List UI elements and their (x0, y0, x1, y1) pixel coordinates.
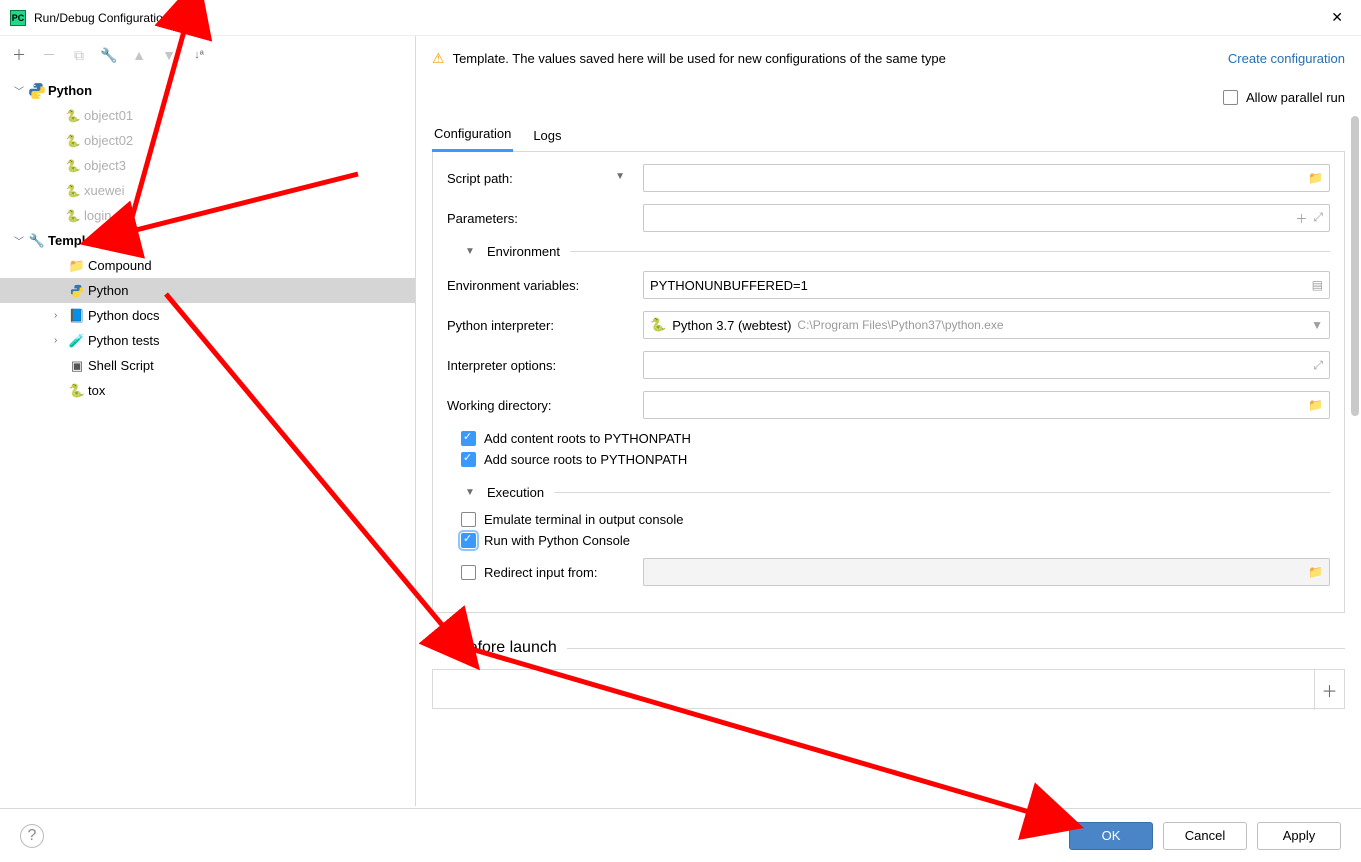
move-down-button: ▼ (158, 44, 180, 66)
tree-item-shell-script[interactable]: ▣Shell Script (0, 353, 415, 378)
sort-button[interactable]: ↓ª (188, 44, 210, 66)
script-path-input[interactable]: 📁 (643, 164, 1330, 192)
script-path-label: Script path: ▼ (447, 171, 643, 186)
scrollbar[interactable] (1351, 116, 1359, 746)
chevron-down-icon: ▼ (1311, 318, 1323, 332)
left-panel: ＋ － ⧉ 🔧 ▲ ▼ ↓ª ﹀ Python 🐍object01 🐍objec… (0, 36, 416, 806)
dialog-footer: ? OK Cancel Apply (0, 808, 1361, 862)
tree-group-python[interactable]: ﹀ Python (0, 78, 415, 103)
add-content-roots-checkbox[interactable] (461, 431, 476, 446)
python-file-icon: 🐍 (64, 159, 82, 173)
docs-icon: 📘 (68, 308, 86, 324)
config-toolbar: ＋ － ⧉ 🔧 ▲ ▼ ↓ª (0, 36, 415, 74)
tree-item-login[interactable]: 🐍login (0, 203, 415, 228)
run-python-console-checkbox[interactable] (461, 533, 476, 548)
before-launch-add-button[interactable]: ＋ (1314, 670, 1344, 710)
folder-icon: 📁 (68, 258, 86, 274)
tree-item-object01[interactable]: 🐍object01 (0, 103, 415, 128)
python-icon (28, 82, 46, 100)
copy-config-button: ⧉ (68, 44, 90, 66)
tree-item-tox[interactable]: 🐍tox (0, 378, 415, 403)
parameters-input[interactable]: ＋⤢ (643, 204, 1330, 232)
before-launch-block: ▼Before launch ＋ (432, 631, 1345, 709)
apply-button[interactable]: Apply (1257, 822, 1341, 850)
allow-parallel-label: Allow parallel run (1246, 90, 1345, 105)
config-tree[interactable]: ﹀ Python 🐍object01 🐍object02 🐍object3 🐍x… (0, 74, 415, 806)
configuration-form: Script path: ▼ 📁 Parameters: ＋⤢ ▼Environ… (432, 152, 1345, 613)
python-icon: 🐍 (650, 317, 666, 333)
pycharm-icon: PC (10, 10, 26, 26)
redirect-input-row: Redirect input from: (447, 565, 643, 580)
tree-label: Python (48, 83, 92, 98)
interpreter-options-label: Interpreter options: (447, 358, 643, 373)
move-up-button: ▲ (128, 44, 150, 66)
interpreter-label: Python interpreter: (447, 318, 643, 333)
browse-icon: 📁 (1308, 565, 1323, 579)
python-file-icon: 🐍 (64, 184, 82, 198)
tree-group-templates[interactable]: ﹀ 🔧 Templates (0, 228, 415, 253)
allow-parallel-checkbox[interactable] (1223, 90, 1238, 105)
template-banner: ⚠ Template. The values saved here will b… (432, 36, 1345, 80)
tree-item-xuewei[interactable]: 🐍xuewei (0, 178, 415, 203)
help-button[interactable]: ? (20, 824, 44, 848)
cancel-button[interactable]: Cancel (1163, 822, 1247, 850)
warning-icon: ⚠ (432, 50, 445, 67)
list-icon[interactable]: ▤ (1312, 278, 1323, 292)
before-launch-list[interactable]: ＋ (432, 669, 1345, 709)
emulate-terminal-label: Emulate terminal in output console (484, 512, 683, 527)
titlebar: PC Run/Debug Configurations ✕ (0, 0, 1361, 36)
window-title: Run/Debug Configurations (34, 11, 175, 25)
scrollbar-thumb[interactable] (1351, 116, 1359, 416)
browse-icon[interactable]: 📁 (1308, 398, 1323, 412)
redirect-input-field: 📁 (643, 558, 1330, 586)
close-button[interactable]: ✕ (1323, 5, 1351, 30)
shell-icon: ▣ (68, 358, 86, 374)
python-file-icon: 🐍 (64, 109, 82, 123)
parameters-label: Parameters: (447, 211, 643, 226)
expand-icon[interactable]: ⤢ (1313, 210, 1323, 227)
browse-icon[interactable]: 📁 (1308, 171, 1323, 185)
tree-item-python-docs[interactable]: ›📘Python docs (0, 303, 415, 328)
tree-item-python-template[interactable]: Python (0, 278, 415, 303)
python-file-icon: 🐍 (64, 134, 82, 148)
tree-item-compound[interactable]: 📁Compound (0, 253, 415, 278)
create-configuration-link[interactable]: Create configuration (1228, 51, 1345, 66)
run-python-console-label: Run with Python Console (484, 533, 630, 548)
tab-configuration[interactable]: Configuration (432, 126, 513, 152)
add-source-roots-checkbox[interactable] (461, 452, 476, 467)
add-config-button[interactable]: ＋ (8, 44, 30, 66)
interpreter-select[interactable]: 🐍Python 3.7 (webtest)C:\Program Files\Py… (643, 311, 1330, 339)
before-launch-header[interactable]: ▼Before launch (432, 639, 1345, 657)
insert-macro-icon[interactable]: ＋ (1295, 210, 1307, 227)
edit-templates-button[interactable]: 🔧 (98, 44, 120, 66)
ok-button[interactable]: OK (1069, 822, 1153, 850)
redirect-input-checkbox[interactable] (461, 565, 476, 580)
allow-parallel-row: Allow parallel run (432, 80, 1345, 114)
add-source-roots-label: Add source roots to PYTHONPATH (484, 452, 687, 467)
tests-icon: 🧪 (68, 333, 86, 349)
banner-text: Template. The values saved here will be … (453, 51, 946, 66)
env-vars-label: Environment variables: (447, 278, 643, 293)
wrench-icon: 🔧 (28, 233, 46, 249)
env-vars-input[interactable]: PYTHONUNBUFFERED=1▤ (643, 271, 1330, 299)
environment-section[interactable]: ▼Environment (447, 244, 1330, 259)
python-icon (68, 284, 86, 298)
tree-item-object3[interactable]: 🐍object3 (0, 153, 415, 178)
tox-icon: 🐍 (68, 383, 86, 399)
right-panel: ⚠ Template. The values saved here will b… (416, 36, 1361, 806)
tree-item-python-tests[interactable]: ›🧪Python tests (0, 328, 415, 353)
emulate-terminal-checkbox[interactable] (461, 512, 476, 527)
tab-bar: Configuration Logs (432, 120, 1345, 152)
tab-logs[interactable]: Logs (531, 128, 563, 151)
execution-section[interactable]: ▼Execution (447, 485, 1330, 500)
remove-config-button: － (38, 44, 60, 66)
tree-item-object02[interactable]: 🐍object02 (0, 128, 415, 153)
add-content-roots-label: Add content roots to PYTHONPATH (484, 431, 691, 446)
working-dir-input[interactable]: 📁 (643, 391, 1330, 419)
interpreter-options-input[interactable]: ⤢ (643, 351, 1330, 379)
python-file-icon: 🐍 (64, 209, 82, 223)
expand-icon[interactable]: ⤢ (1313, 358, 1323, 373)
working-dir-label: Working directory: (447, 398, 643, 413)
